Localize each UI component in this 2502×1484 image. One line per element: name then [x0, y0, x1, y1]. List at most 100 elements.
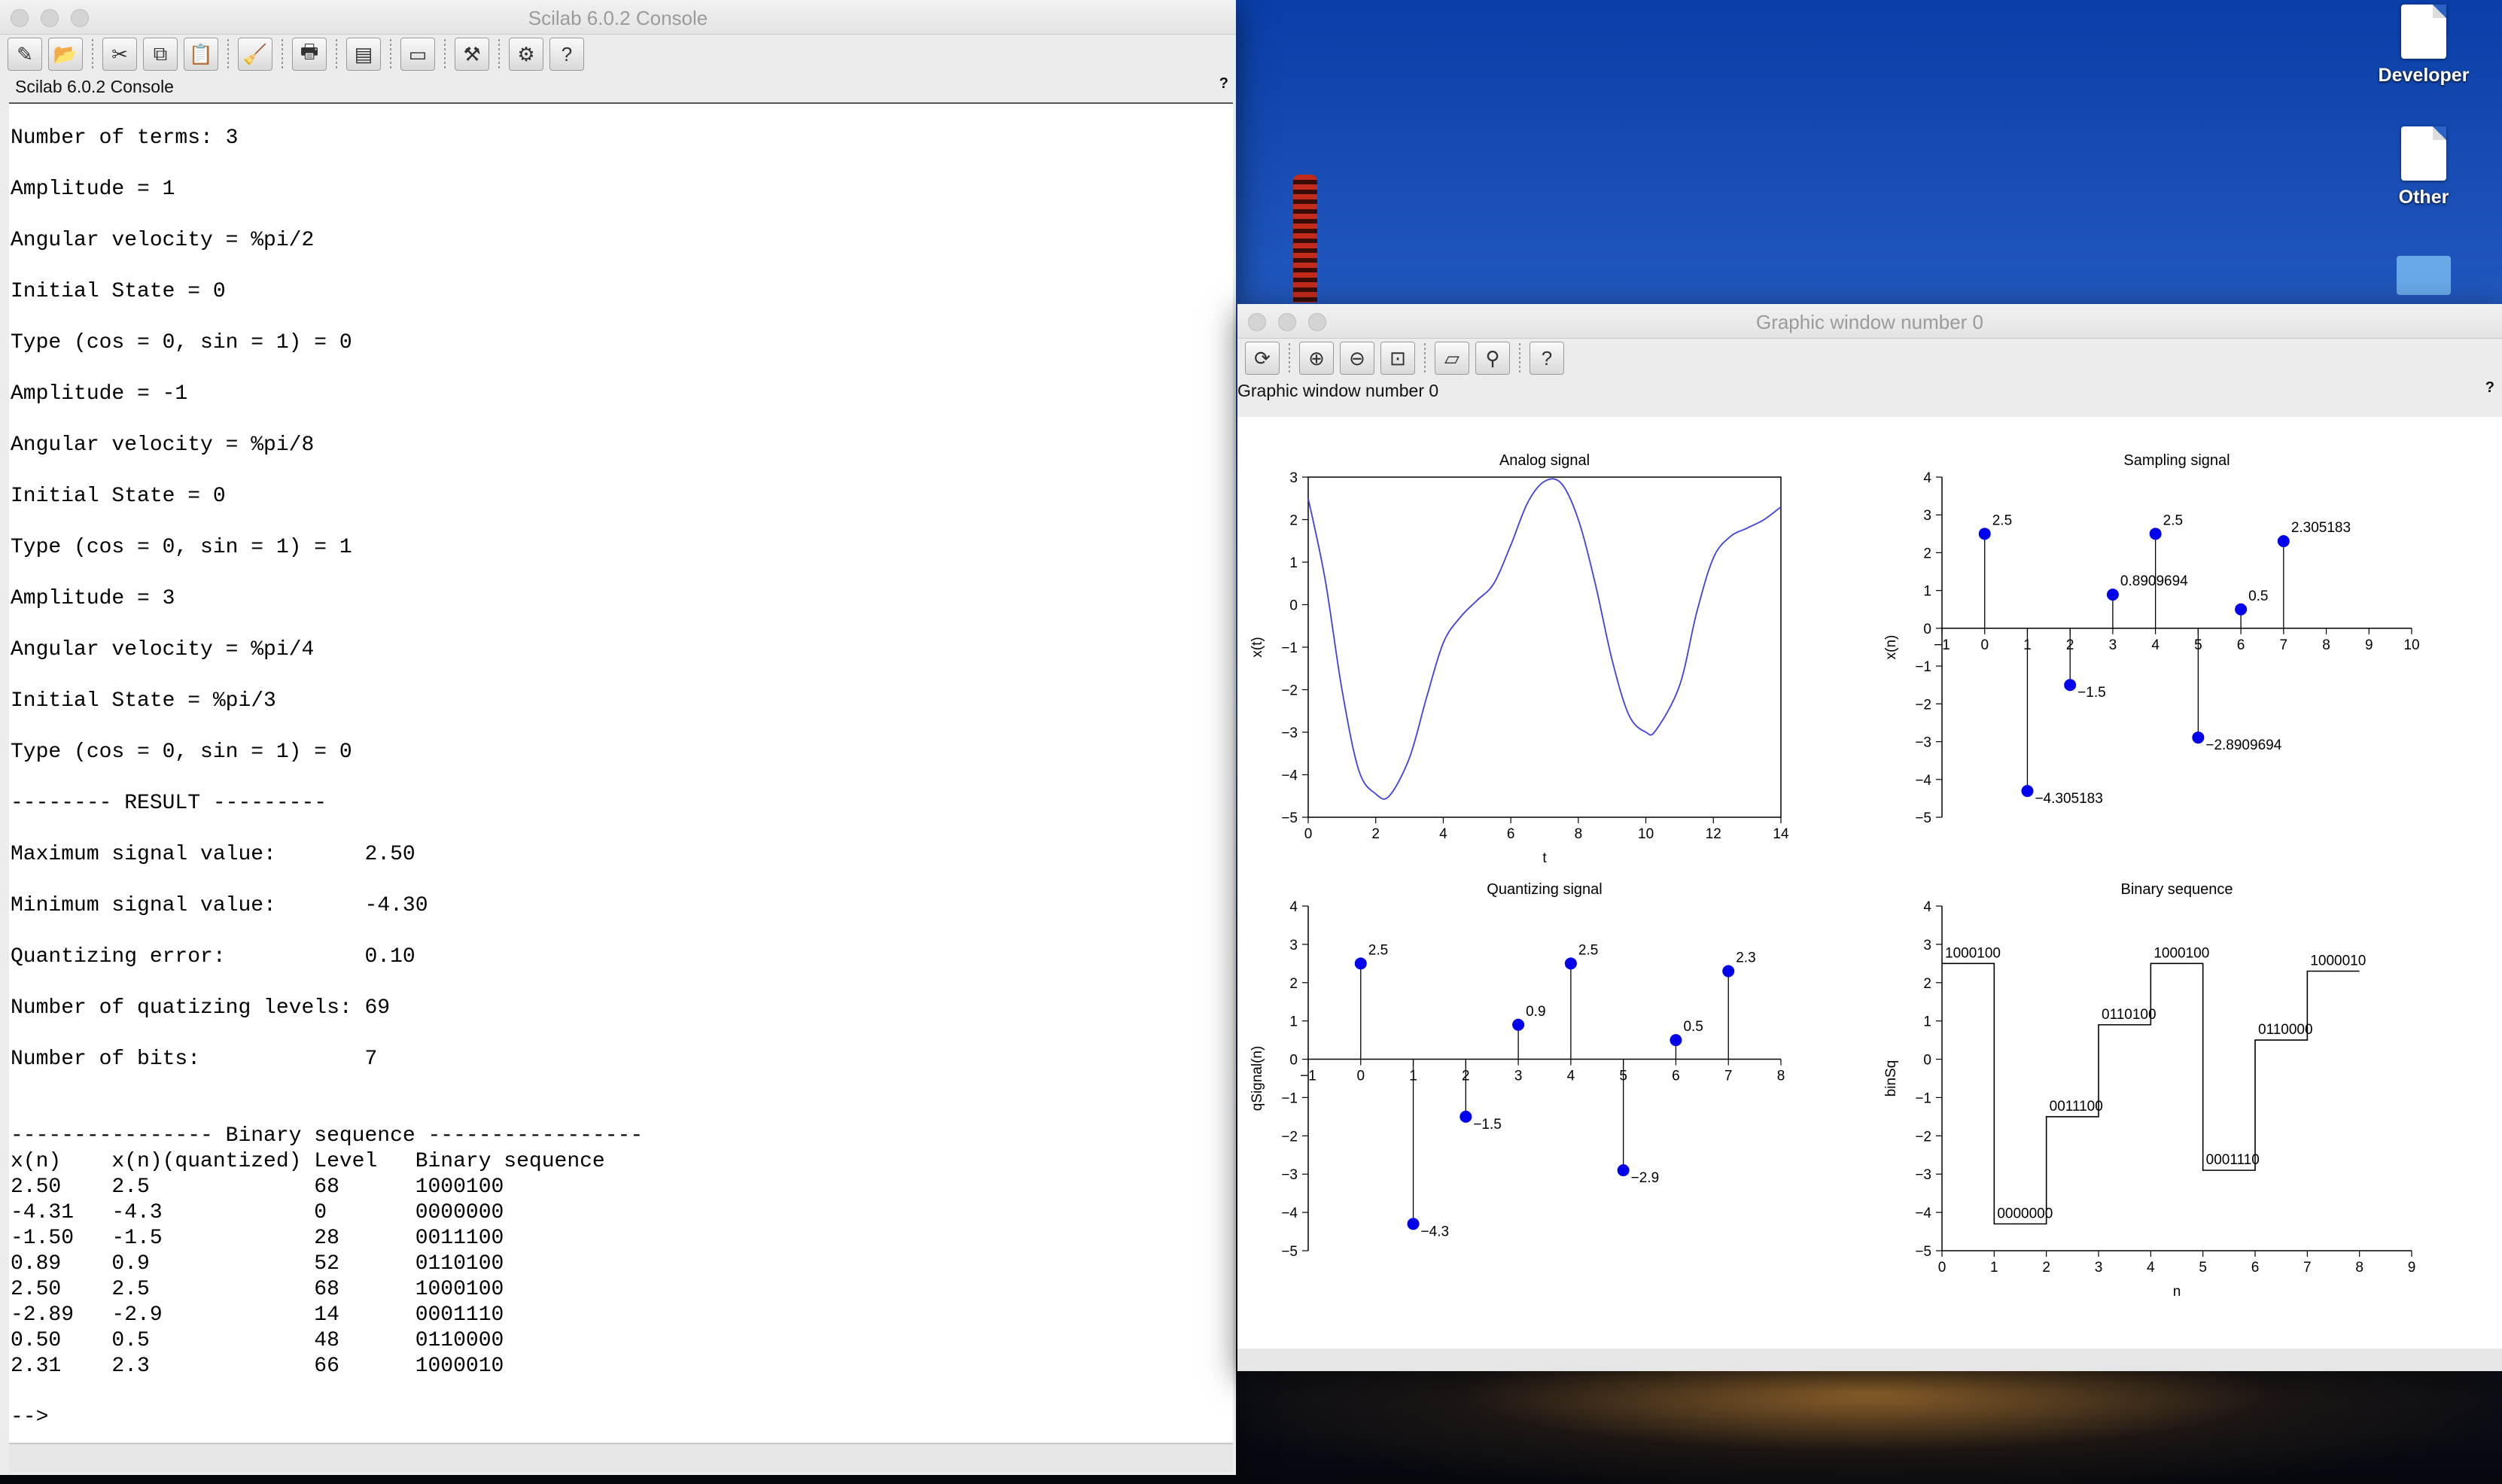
stem-value-label: 0.9 [1526, 1004, 1545, 1020]
print-button[interactable]: 🖶 [292, 38, 327, 71]
console-line: Angular velocity = %pi/4 [11, 638, 315, 661]
stem-marker [1407, 1218, 1420, 1230]
binary-table-row: 2.50 2.5 68 1000100 [11, 1278, 504, 1301]
x-tick-label: 7 [1724, 1069, 1733, 1084]
y-tick-label: −1 [1281, 640, 1298, 656]
console-output[interactable]: Number of terms: 3 Amplitude = 1 Angular v… [9, 102, 1233, 1442]
y-tick-label: −3 [1915, 1167, 1931, 1183]
stem-value-label: 2.5 [2163, 512, 2183, 528]
y-tick-label: −2 [1281, 683, 1298, 699]
y-tick-label: 2 [1923, 976, 1931, 992]
graphic-window: Graphic window number 0 ⟳ ⊕ ⊖ ⊡ ▱ ⚲? Graphic … [1237, 304, 2502, 1371]
binary-table-row: 0.89 0.9 52 0110100 [11, 1252, 504, 1276]
x-tick-label: 9 [2408, 1260, 2416, 1276]
stem-marker [1354, 957, 1367, 970]
console-line: Type (cos = 0, sin = 1) = 0 [11, 740, 352, 764]
stem-marker [1670, 1034, 1682, 1047]
x-tick-label: 4 [2151, 637, 2160, 653]
plot-frame [1307, 476, 1782, 818]
console-line: Angular velocity = %pi/2 [11, 229, 315, 252]
y-tick-label: 4 [1923, 470, 1931, 486]
console-window-title: Scilab 6.0.2 Console [528, 7, 708, 29]
paste-button[interactable]: 📋 [184, 38, 218, 71]
panel-help-icon[interactable]: ? [2485, 379, 2494, 397]
clear-console-button[interactable]: 🧹 [238, 38, 272, 71]
plot-title: Analog signal [1499, 452, 1590, 469]
desktop-icon-developer[interactable]: Developer [2364, 5, 2484, 87]
clear-console-icon: 🧹 [242, 42, 268, 65]
graphic-panel-header: Graphic window number 0 ? [1237, 378, 2502, 405]
graphic-status-bar [1237, 1349, 2502, 1371]
desktop-icon-folder[interactable] [2364, 256, 2484, 295]
open-file-button[interactable]: 📂 [48, 38, 83, 71]
stem-value-label: −1.5 [2077, 685, 2106, 701]
stem-marker [1617, 1164, 1630, 1177]
y-tick-label: 0 [1289, 1053, 1298, 1069]
y-axis-label: qSignal(n) [1249, 1046, 1265, 1111]
y-tick-label: −5 [1915, 810, 1931, 826]
console-line: Type (cos = 0, sin = 1) = 1 [11, 536, 352, 559]
x-tick-label: 4 [1439, 826, 1447, 842]
stem-value-label: −2.9 [1631, 1170, 1660, 1186]
variable-browser-button[interactable]: ▤ [346, 38, 381, 71]
cut-button[interactable]: ✂ [102, 38, 137, 71]
y-axis-label: binSq [1883, 1060, 1899, 1097]
data-manager-button[interactable]: ⚲ [1475, 342, 1510, 375]
edit-script-button[interactable]: ✎ [8, 38, 42, 71]
console-line: Maximum signal value: 2.50 [11, 843, 415, 866]
y-tick-label: −2 [1915, 697, 1931, 713]
zoom-out-button[interactable]: ⊖ [1340, 342, 1374, 375]
module-manager-button[interactable]: ⚒ [455, 38, 489, 71]
y-tick-label: 3 [1289, 470, 1298, 486]
stem-marker [2235, 603, 2248, 616]
graphic-panel-label: Graphic window number 0 [1237, 381, 1439, 400]
help-icon: ? [1541, 346, 1553, 369]
rotate-button[interactable]: ⟳ [1245, 342, 1280, 375]
x-tick-label: 7 [2303, 1260, 2312, 1276]
binary-table-title: ---------------- Binary sequence -------… [11, 1124, 644, 1148]
x-tick-label: −1 [1934, 637, 1950, 653]
edit-script-icon: ✎ [17, 42, 33, 65]
binary-step-line [1942, 962, 2360, 1225]
datatip-button[interactable]: ▱ [1435, 342, 1469, 375]
console-line: Minimum signal value: -4.30 [11, 894, 428, 917]
x-tick-label: 0 [1356, 1069, 1365, 1084]
panel-help-icon[interactable]: ? [1219, 75, 1228, 93]
stem-marker [2192, 731, 2205, 744]
stem-marker [1460, 1110, 1472, 1123]
binary-code-label: 0110100 [2102, 1007, 2157, 1023]
x-tick-label: 6 [2251, 1260, 2260, 1276]
zoom-in-icon: ⊕ [1308, 346, 1325, 369]
zoom-in-button[interactable]: ⊕ [1299, 342, 1334, 375]
y-tick-label: −1 [1915, 1090, 1931, 1106]
console-titlebar[interactable]: Scilab 6.0.2 Console [0, 0, 1236, 35]
x-tick-label: 4 [2147, 1260, 2155, 1276]
y-tick-label: −1 [1281, 1090, 1298, 1106]
console-panel-label: Scilab 6.0.2 Console [15, 77, 174, 96]
x-tick-label: 1 [1990, 1260, 1998, 1276]
stem-marker [2021, 785, 2034, 798]
command-history-button[interactable]: ▭ [400, 38, 435, 71]
y-tick-label: 1 [1923, 1014, 1931, 1030]
copy-button[interactable]: ⧉ [143, 38, 178, 71]
graphic-titlebar[interactable]: Graphic window number 0 [1237, 304, 2502, 339]
zoom-area-button[interactable]: ⊡ [1380, 342, 1415, 375]
console-line: Amplitude = 3 [11, 587, 175, 610]
stem-value-label: −4.305183 [2035, 791, 2102, 807]
x-tick-label: 0 [1304, 826, 1313, 842]
console-toolbar: ✎ 📂 ✂ ⧉ 📋 🧹 🖶 ▤ ▭ ⚒ ⚙? [0, 35, 1236, 74]
folder-icon [2397, 256, 2451, 295]
desktop-icon-other[interactable]: Other [2364, 126, 2484, 208]
help-button[interactable]: ? [1530, 342, 1564, 375]
plot-title: Quantizing signal [1487, 881, 1602, 898]
x-tick-label: 10 [1638, 826, 1654, 842]
demos-button[interactable]: ⚙ [509, 38, 543, 71]
stem-value-label: −1.5 [1473, 1117, 1502, 1133]
plot-title: Binary sequence [2121, 881, 2233, 898]
graphic-canvas[interactable]: Analog signal −5 −4 −3 −2 −1 0 1 2 3 0 2 4 6 8 10 12 14 t x… [1237, 417, 2502, 1350]
toolbar-separator [282, 39, 283, 69]
help-button[interactable]: ? [549, 38, 584, 71]
stem-marker [1564, 957, 1577, 970]
plot-title: Sampling signal [2123, 452, 2230, 469]
y-tick-label: 1 [1289, 555, 1298, 571]
